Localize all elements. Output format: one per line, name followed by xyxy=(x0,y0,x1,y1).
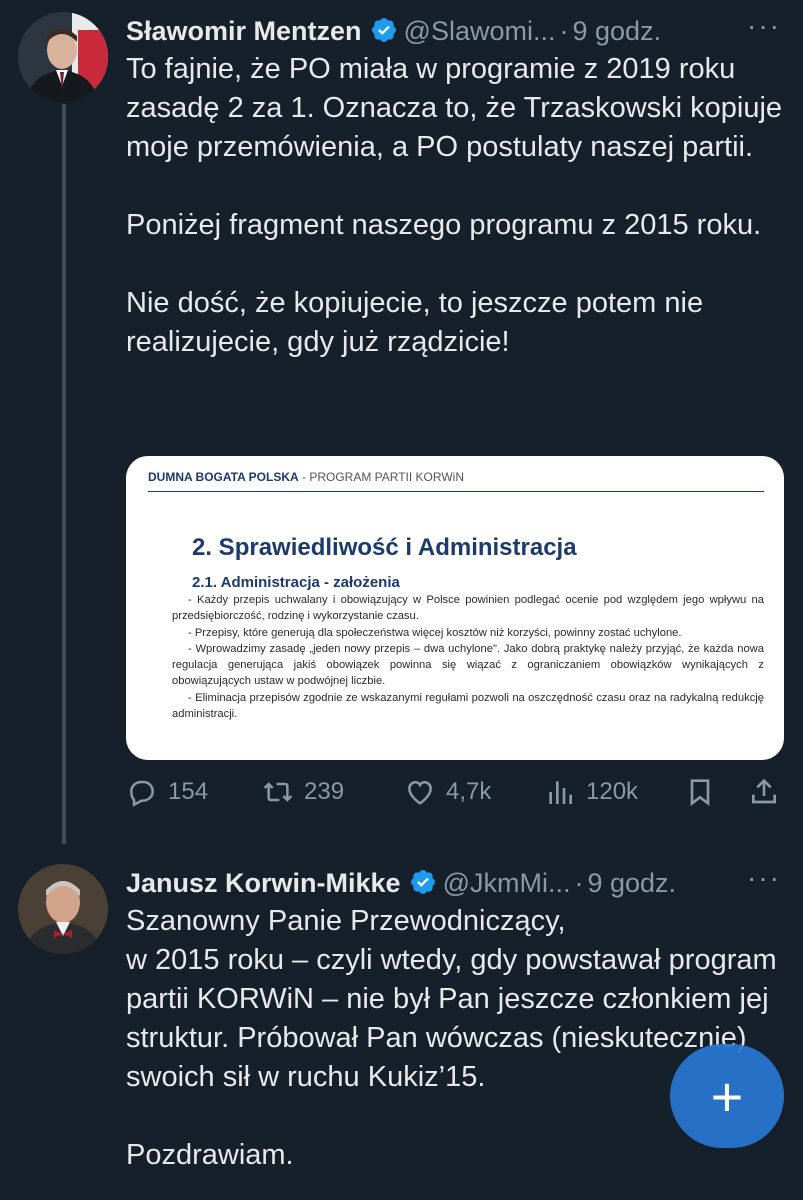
display-name[interactable]: Janusz Korwin-Mikke xyxy=(126,868,401,899)
document-paragraph: - Eliminacja przepisów zgodnie ze wskaza… xyxy=(172,691,764,721)
like-count: 4,7k xyxy=(446,778,492,805)
document-paragraph: - Przepisy, które generują dla społeczeń… xyxy=(188,626,682,639)
reply-count: 154 xyxy=(168,778,209,805)
more-options-icon[interactable]: ··· xyxy=(747,862,781,894)
verified-badge-icon xyxy=(409,868,437,896)
document-rule xyxy=(148,491,764,492)
tweet-header: Sławomir Mentzen @Slawomi... · 9 godz. xyxy=(126,12,661,47)
document-subtitle: 2.1. Administracja - założenia xyxy=(192,574,400,591)
retweet-button[interactable]: 239 xyxy=(262,776,344,808)
tweet-mentzen[interactable]: Sławomir Mentzen @Slawomi... · 9 godz. ·… xyxy=(0,0,803,840)
retweet-icon xyxy=(263,782,293,802)
share-button[interactable] xyxy=(748,776,790,808)
document-paragraph: - Każdy przepis uchwalany i obowiązujący… xyxy=(172,594,764,623)
verified-badge-icon xyxy=(370,16,398,44)
bottom-navigation-bar xyxy=(0,1182,803,1200)
retweet-count: 239 xyxy=(304,778,345,805)
tweet-media-image[interactable]: DUMNA BOGATA POLSKA - PROGRAM PARTII KOR… xyxy=(126,456,784,760)
display-name[interactable]: Sławomir Mentzen xyxy=(126,16,362,47)
views-count: 120k xyxy=(586,778,639,805)
compose-button[interactable]: + xyxy=(670,1044,784,1148)
tweet-korwin-mikke[interactable]: Janusz Korwin-Mikke @JkmMi... · 9 godz. … xyxy=(0,846,803,1200)
separator-dot: · xyxy=(559,16,569,46)
tweet-text: To fajnie, że PO miała w programie z 201… xyxy=(126,53,783,358)
plus-icon: + xyxy=(710,1064,744,1128)
heart-icon xyxy=(408,780,432,805)
document-header: DUMNA BOGATA POLSKA - PROGRAM PARTII KOR… xyxy=(148,470,465,484)
document-title: 2. Sprawiedliwość i Administracja xyxy=(192,534,577,561)
avatar[interactable] xyxy=(18,864,108,954)
user-handle[interactable]: @JkmMi... xyxy=(443,868,571,899)
avatar[interactable] xyxy=(18,12,108,102)
timestamp[interactable]: 9 godz. xyxy=(587,868,676,899)
like-button[interactable]: 4,7k xyxy=(404,776,491,808)
views-button[interactable]: 120k xyxy=(544,776,638,808)
user-handle[interactable]: @Slawomi... xyxy=(404,16,556,47)
document-body: - Każdy przepis uchwalany i obowiązujący… xyxy=(172,592,764,722)
views-icon xyxy=(549,781,572,804)
more-options-icon[interactable]: ··· xyxy=(747,10,781,42)
bookmark-button[interactable] xyxy=(684,776,726,808)
timestamp[interactable]: 9 godz. xyxy=(573,16,662,47)
document-paragraph: - Wprowadzimy zasadę „jeden nowy przepis… xyxy=(172,642,764,688)
reply-button[interactable]: 154 xyxy=(126,776,208,808)
tweet-actions: 154 239 4,7k 120k xyxy=(126,776,786,816)
reply-icon xyxy=(130,780,154,807)
separator-dot: · xyxy=(574,868,584,898)
share-icon xyxy=(752,778,776,804)
bookmark-icon xyxy=(690,779,710,806)
tweet-header: Janusz Korwin-Mikke @JkmMi... · 9 godz. xyxy=(126,864,676,899)
